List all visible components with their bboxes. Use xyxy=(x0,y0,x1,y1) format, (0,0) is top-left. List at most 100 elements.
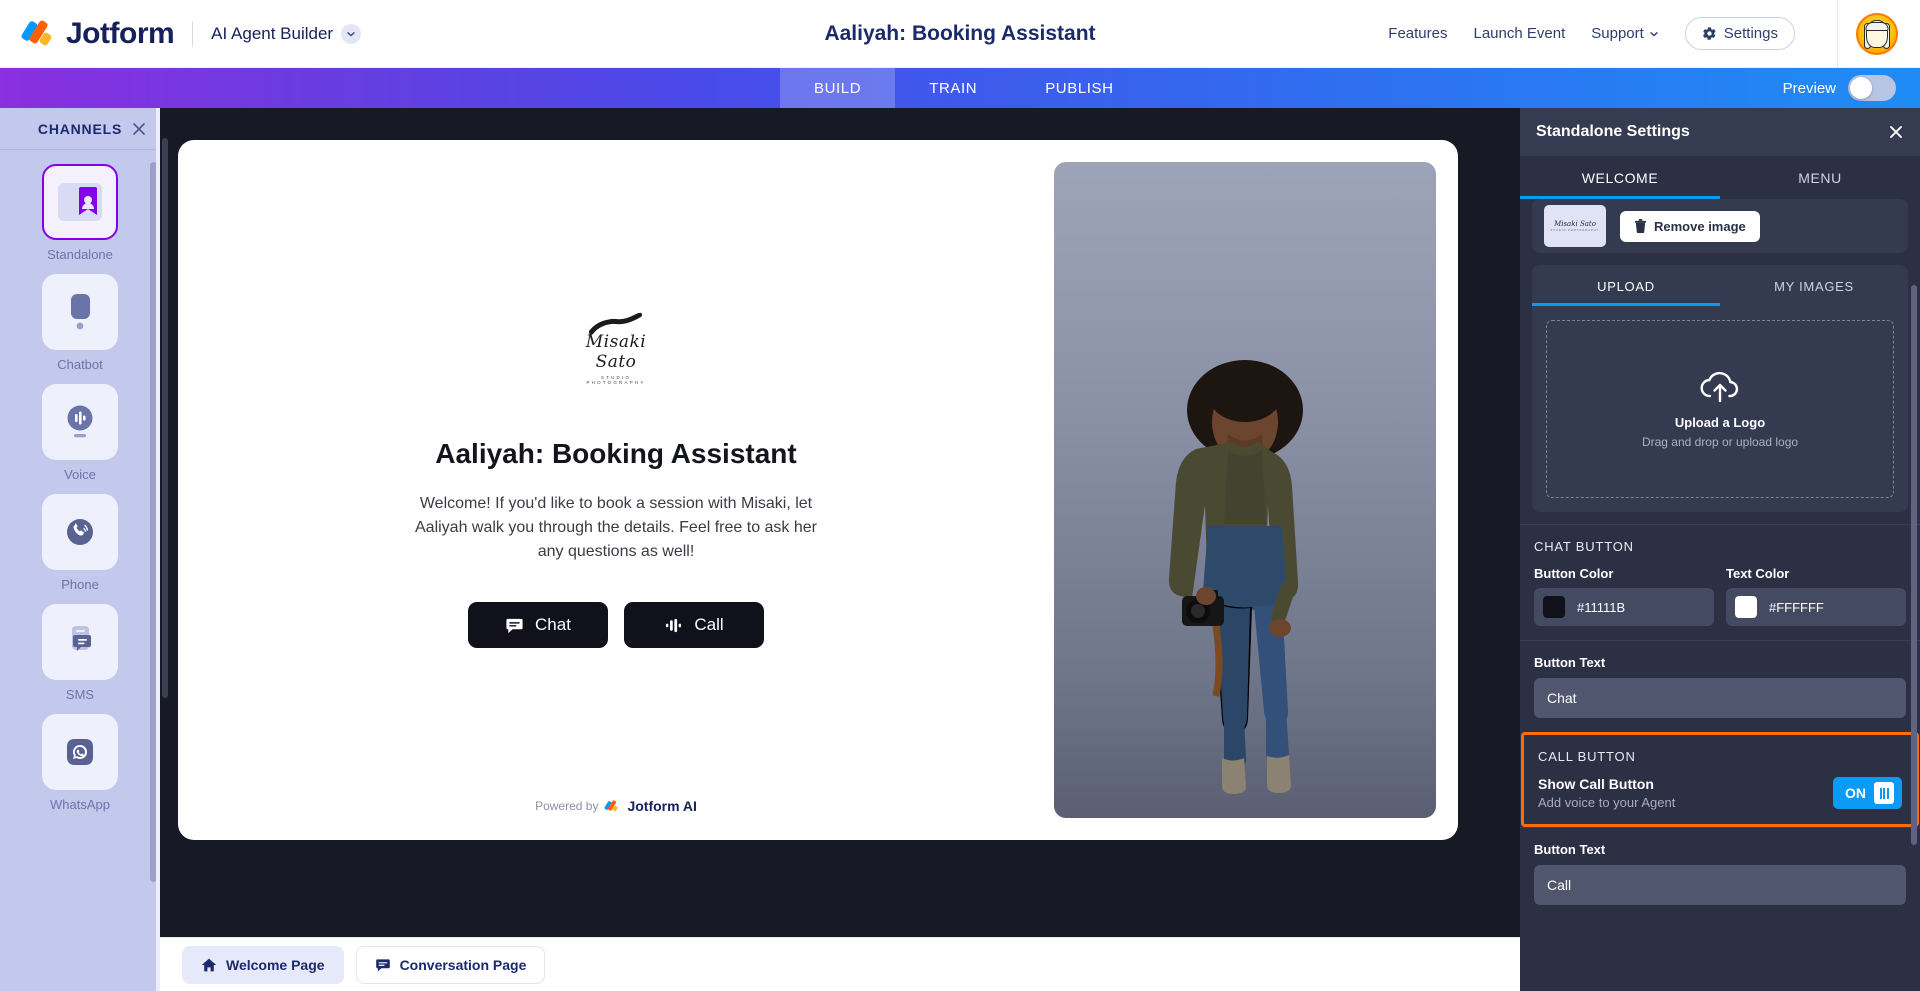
waveform-icon xyxy=(666,618,682,632)
call-button-section-title: CALL BUTTON xyxy=(1538,749,1636,764)
photographer-photo xyxy=(1168,360,1303,794)
preview-call-button-label: Call xyxy=(694,615,724,634)
voice-tile xyxy=(42,384,118,460)
nav-link-launch-event[interactable]: Launch Event xyxy=(1474,25,1566,42)
close-icon[interactable] xyxy=(132,122,146,136)
channels-title: CHANNELS xyxy=(37,120,123,137)
powered-by-label: Powered by xyxy=(535,799,599,813)
app-root: Jotform AI Agent Builder Aaliyah: Bookin… xyxy=(0,0,1920,991)
studio-logo: Misaki Sato STUDIO PHOTOGRAPHY xyxy=(571,312,661,385)
sidebar-item-sms[interactable]: SMS xyxy=(0,604,160,702)
preview-canvas: Misaki Sato STUDIO PHOTOGRAPHY Aaliyah: … xyxy=(160,108,1520,991)
chevron-down-icon xyxy=(341,23,362,44)
powered-by-footer: Powered by Jotform AI xyxy=(535,798,697,814)
remove-image-button[interactable]: Remove image xyxy=(1620,210,1760,242)
trash-icon xyxy=(1634,219,1647,233)
channels-header: CHANNELS xyxy=(0,108,160,150)
settings-panel-title: Standalone Settings xyxy=(1536,123,1690,140)
settings-button[interactable]: Settings xyxy=(1684,17,1795,50)
tab-build[interactable]: BUILD xyxy=(780,68,896,108)
avatar-container xyxy=(1837,0,1920,68)
tab-welcome-page[interactable]: Welcome Page xyxy=(182,945,344,984)
call-button-text-label: Button Text xyxy=(1534,842,1606,857)
chat-icon xyxy=(375,958,390,971)
chatbot-tile xyxy=(42,274,118,350)
toggle-knob xyxy=(1874,782,1894,804)
color-swatch[interactable] xyxy=(1735,596,1757,618)
sidebar-item-whatsapp-label: WhatsApp xyxy=(50,797,110,812)
preview-chat-button[interactable]: Chat xyxy=(468,602,608,648)
gear-icon xyxy=(1702,27,1716,40)
chat-button-text-label: Button Text xyxy=(1534,655,1606,670)
agent-builder-switcher[interactable]: AI Agent Builder xyxy=(211,23,362,44)
tab-welcome-page-label: Welcome Page xyxy=(226,956,325,973)
phone-icon xyxy=(67,519,93,545)
brand-name[interactable]: Jotform xyxy=(66,17,175,51)
chat-button-color-field: Button Color #11111B xyxy=(1534,566,1714,626)
show-call-button-subtitle: Add voice to your Agent xyxy=(1538,795,1676,810)
sidebar-item-chatbot[interactable]: Chatbot xyxy=(0,274,160,372)
sidebar-item-voice-label: Voice xyxy=(64,467,96,482)
preview-toggle[interactable] xyxy=(1848,75,1896,101)
preview-chat-button-label: Chat xyxy=(535,615,571,634)
show-call-button-texts: Show Call Button Add voice to your Agent xyxy=(1538,776,1675,810)
sidebar-item-whatsapp[interactable]: WhatsApp xyxy=(0,714,160,812)
show-call-button-toggle[interactable]: ON xyxy=(1833,777,1902,809)
tab-conversation-page-label: Conversation Page xyxy=(399,956,527,973)
upload-subtabs: UPLOAD MY IMAGES xyxy=(1532,265,1908,306)
tab-publish[interactable]: PUBLISH xyxy=(1011,68,1147,108)
tab-conversation-page[interactable]: Conversation Page xyxy=(355,945,546,984)
call-button-text-input[interactable]: Call xyxy=(1534,865,1906,905)
tab-menu[interactable]: MENU xyxy=(1720,156,1920,199)
upload-card: UPLOAD MY IMAGES Upload a Logo Drag and … xyxy=(1532,265,1908,512)
tab-train[interactable]: TRAIN xyxy=(895,68,1011,108)
sidebar-item-voice[interactable]: Voice xyxy=(0,384,160,482)
show-call-button-row: Show Call Button Add voice to your Agent… xyxy=(1538,776,1902,810)
jotform-logo-icon[interactable] xyxy=(20,17,56,51)
chat-icon xyxy=(506,618,523,633)
settings-scrollbar[interactable] xyxy=(1911,285,1917,845)
logo-dropzone[interactable]: Upload a Logo Drag and drop or upload lo… xyxy=(1546,320,1894,498)
tab-upload[interactable]: UPLOAD xyxy=(1532,265,1720,306)
dropzone-subtitle: Drag and drop or upload logo xyxy=(1641,434,1799,449)
preview-call-button[interactable]: Call xyxy=(624,602,764,648)
header-right: Features Launch Event Support Settings xyxy=(1388,0,1920,68)
chat-text-color-input[interactable]: #FFFFFF xyxy=(1726,588,1906,626)
welcome-content: Misaki Sato STUDIO PHOTOGRAPHY Aaliyah: … xyxy=(178,140,1054,840)
close-icon[interactable] xyxy=(1888,124,1904,140)
whatsapp-tile xyxy=(42,714,118,790)
color-swatch[interactable] xyxy=(1543,596,1565,618)
tab-welcome[interactable]: WELCOME xyxy=(1520,156,1720,199)
chat-button-color-input[interactable]: #11111B xyxy=(1534,588,1714,626)
settings-panel-body: Misaki Sato STUDIO PHOTOGRAPHY Remove im… xyxy=(1520,199,1920,991)
page-tabs-bar: Welcome Page Conversation Page xyxy=(160,937,1520,991)
studio-logo-script: Misaki Sato xyxy=(585,332,647,372)
settings-panel: Standalone Settings WELCOME MENU Misaki … xyxy=(1520,108,1920,991)
avatar[interactable] xyxy=(1856,12,1898,55)
whatsapp-icon xyxy=(67,739,93,765)
studio-logo-subtitle: STUDIO PHOTOGRAPHY xyxy=(586,375,646,385)
settings-button-label: Settings xyxy=(1723,25,1778,42)
current-image-row: Misaki Sato STUDIO PHOTOGRAPHY Remove im… xyxy=(1532,199,1908,253)
tab-my-images[interactable]: MY IMAGES xyxy=(1720,265,1908,306)
settings-panel-tabs: WELCOME MENU xyxy=(1520,156,1920,199)
sidebar-item-standalone[interactable]: Standalone xyxy=(0,164,160,262)
logo-thumbnail-subtitle: STUDIO PHOTOGRAPHY xyxy=(1550,229,1600,232)
chat-button-text-input[interactable]: Chat xyxy=(1534,678,1906,718)
sms-icon xyxy=(72,626,91,651)
nav-link-features[interactable]: Features xyxy=(1388,25,1447,42)
sidebar-item-phone-label: Phone xyxy=(61,577,99,592)
show-call-button-title: Show Call Button xyxy=(1538,776,1654,792)
welcome-preview-card: Misaki Sato STUDIO PHOTOGRAPHY Aaliyah: … xyxy=(178,140,1458,840)
channels-panel: CHANNELS Standalone Chatbot Voice Phone … xyxy=(0,108,160,991)
welcome-description: Welcome! If you'd like to book a session… xyxy=(415,495,817,560)
agent-builder-label: AI Agent Builder xyxy=(211,23,334,43)
nav-link-support[interactable]: Support xyxy=(1591,25,1659,42)
sidebar-item-phone[interactable]: Phone xyxy=(0,494,160,592)
welcome-title: Aaliyah: Booking Assistant xyxy=(435,438,797,469)
chat-button-color-label: Button Color xyxy=(1534,566,1614,581)
top-header: Jotform AI Agent Builder Aaliyah: Bookin… xyxy=(0,0,1920,68)
header-divider xyxy=(192,20,194,47)
cloud-upload-icon xyxy=(1700,371,1739,402)
show-call-button-toggle-label: ON xyxy=(1845,785,1866,801)
